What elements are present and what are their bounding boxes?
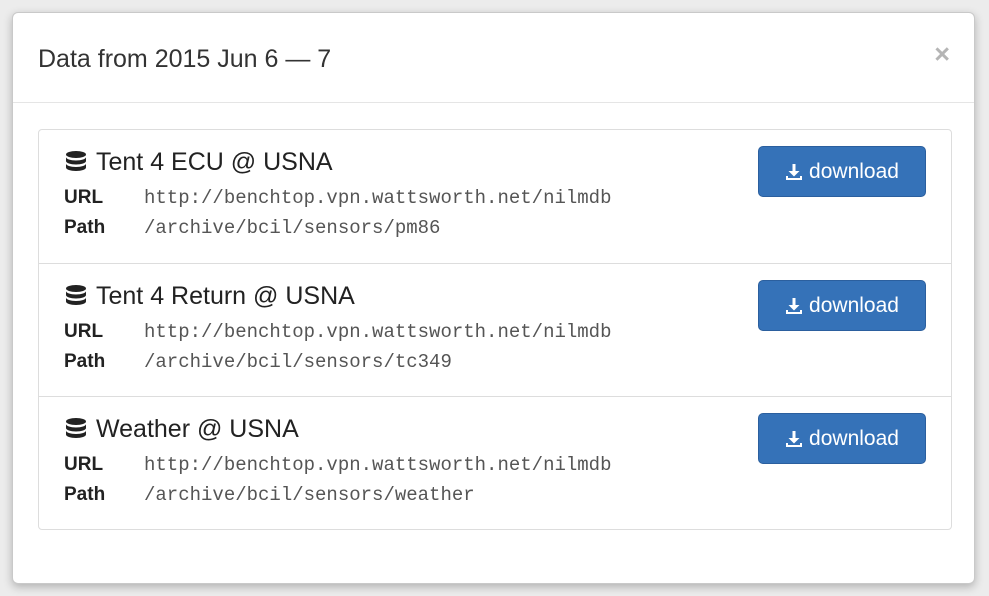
path-value: /archive/bcil/sensors/pm86	[144, 217, 441, 239]
dataset-name: Tent 4 Return @ USNA	[96, 282, 355, 310]
url-value: http://benchtop.vpn.wattsworth.net/nilmd…	[144, 187, 612, 209]
list-item: Tent 4 ECU @ USNA URL http://benchtop.vpn…	[39, 130, 951, 263]
download-button[interactable]: download	[758, 280, 926, 331]
dataset-name: Tent 4 ECU @ USNA	[96, 148, 333, 176]
path-row: Path/archive/bcil/sensors/weather	[64, 483, 475, 507]
modal-header: Data from 2015 Jun 6 — 7 ×	[13, 13, 974, 103]
download-label: download	[809, 293, 899, 317]
url-label: URL	[64, 187, 104, 208]
download-button[interactable]: download	[758, 413, 926, 464]
database-icon	[66, 151, 86, 171]
dataset-title: Tent 4 ECU @ USNA	[64, 147, 333, 177]
download-label: download	[809, 159, 899, 183]
data-modal: Data from 2015 Jun 6 — 7 × Tent 4 ECU @ …	[12, 12, 975, 584]
dataset-name: Weather @ USNA	[96, 415, 299, 443]
path-value: /archive/bcil/sensors/weather	[144, 484, 475, 506]
modal-title: Data from 2015 Jun 6 — 7	[38, 45, 332, 73]
dataset-list: Tent 4 ECU @ USNA URL http://benchtop.vpn…	[38, 129, 952, 530]
url-value: http://benchtop.vpn.wattsworth.net/nilmd…	[144, 454, 612, 476]
path-label: Path	[64, 351, 106, 372]
list-item: Tent 4 Return @ USNA URL http://benchtop.…	[39, 263, 951, 396]
url-row: URL http://benchtop.vpn.wattsworth.net/ni…	[64, 186, 611, 210]
url-value: http://benchtop.vpn.wattsworth.net/nilmd…	[144, 321, 612, 343]
path-label: Path	[64, 217, 106, 238]
download-icon	[786, 163, 803, 180]
url-label: URL	[64, 321, 104, 342]
close-button[interactable]: ×	[934, 41, 950, 68]
path-value: /archive/bcil/sensors/tc349	[144, 351, 452, 373]
dataset-title: Tent 4 Return @ USNA	[64, 281, 355, 311]
download-button[interactable]: download	[758, 146, 926, 197]
database-icon	[66, 418, 86, 438]
download-icon	[786, 430, 803, 447]
path-row: Path/archive/bcil/sensors/tc349	[64, 350, 452, 374]
list-item: Weather @ USNA URL http://benchtop.vpn.wa…	[39, 396, 951, 529]
download-icon	[786, 297, 803, 314]
download-label: download	[809, 426, 899, 450]
database-icon	[66, 285, 86, 305]
path-row: Path/archive/bcil/sensors/pm86	[64, 216, 440, 240]
url-row: URL http://benchtop.vpn.wattsworth.net/ni…	[64, 320, 611, 344]
url-row: URL http://benchtop.vpn.wattsworth.net/ni…	[64, 453, 611, 477]
path-label: Path	[64, 484, 106, 505]
dataset-title: Weather @ USNA	[64, 414, 299, 444]
url-label: URL	[64, 454, 104, 475]
